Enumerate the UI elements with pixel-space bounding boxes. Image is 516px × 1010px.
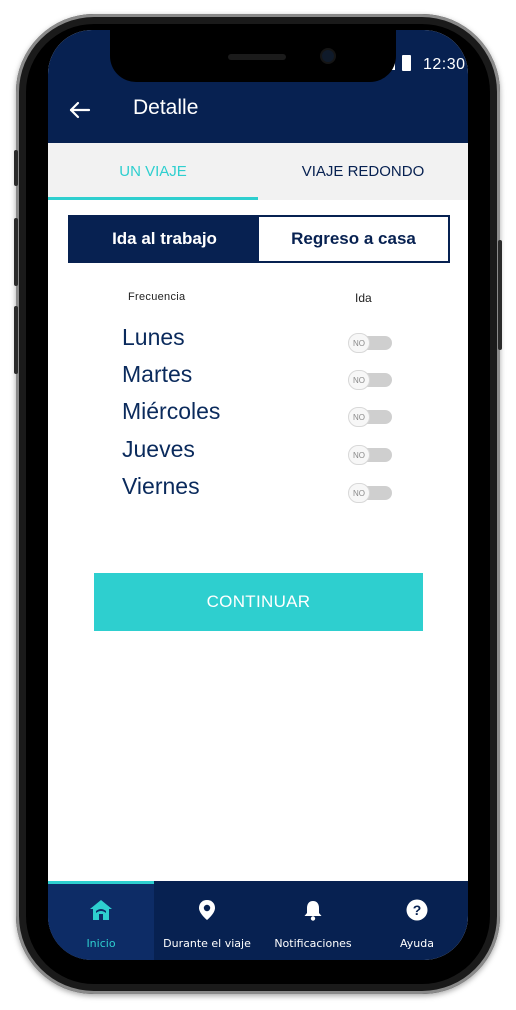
toggle-knob: NO: [348, 407, 370, 427]
volume-up-button: [14, 218, 18, 286]
nav-item-ayuda[interactable]: ? Ayuda: [366, 881, 468, 960]
segment-ida-al-trabajo[interactable]: Ida al trabajo: [70, 217, 259, 261]
toggle-jueves[interactable]: NO: [348, 445, 392, 465]
battery-icon: [402, 55, 411, 71]
active-tab-indicator: [48, 197, 258, 200]
tab-viaje-redondo[interactable]: VIAJE REDONDO: [258, 143, 468, 200]
status-time: 12:30: [423, 56, 466, 73]
home-icon: [89, 899, 113, 926]
nav-item-inicio[interactable]: Inicio: [48, 881, 154, 960]
volume-down-button: [14, 306, 18, 374]
day-label-viernes: Viernes: [122, 473, 200, 499]
day-label-martes: Martes: [122, 361, 193, 387]
back-arrow-icon[interactable]: [66, 96, 94, 124]
toggle-martes[interactable]: NO: [348, 370, 392, 390]
toggle-knob: NO: [348, 333, 370, 353]
segment-regreso-a-casa[interactable]: Regreso a casa: [259, 217, 448, 261]
silent-switch: [14, 150, 18, 186]
nav-label-ayuda: Ayuda: [400, 937, 434, 950]
day-label-jueves: Jueves: [122, 436, 195, 462]
page-title: Detalle: [133, 96, 199, 119]
power-button: [498, 240, 502, 350]
day-label-miercoles: Miércoles: [122, 398, 221, 424]
toggle-knob: NO: [348, 445, 370, 465]
nav-label-notificaciones: Notificaciones: [274, 937, 352, 950]
bottom-navigation: Inicio Durante el viaje Notificaciones ?…: [48, 881, 468, 960]
toggle-knob: NO: [348, 370, 370, 390]
app-bar: Detalle: [48, 82, 468, 143]
toggle-viernes[interactable]: NO: [348, 483, 392, 503]
nav-active-indicator: [48, 881, 154, 884]
ida-column-label: Ida: [355, 291, 372, 305]
notch: [110, 30, 396, 82]
svg-text:?: ?: [413, 902, 422, 918]
nav-label-durante-el-viaje: Durante el viaje: [163, 937, 251, 950]
trip-type-tabs: UN VIAJE VIAJE REDONDO: [48, 143, 468, 200]
toggle-miercoles[interactable]: NO: [348, 407, 392, 427]
tab-un-viaje[interactable]: UN VIAJE: [48, 143, 258, 200]
toggle-knob: NO: [348, 483, 370, 503]
day-label-lunes: Lunes: [122, 324, 185, 350]
location-pin-icon: [198, 899, 216, 926]
direction-segmented-control: Ida al trabajo Regreso a casa: [68, 215, 450, 263]
speaker-grille: [228, 54, 286, 60]
front-camera: [322, 50, 334, 62]
frequency-label: Frecuencia: [128, 291, 186, 303]
app-screen: 12:30 Detalle UN VIAJE VIAJE REDONDO Ida…: [48, 30, 468, 960]
nav-item-durante-el-viaje[interactable]: Durante el viaje: [154, 881, 260, 960]
toggle-lunes[interactable]: NO: [348, 333, 392, 353]
continue-button[interactable]: CONTINUAR: [94, 573, 423, 631]
nav-label-inicio: Inicio: [86, 937, 116, 950]
bell-icon: [303, 899, 323, 926]
help-icon: ?: [406, 899, 428, 926]
nav-item-notificaciones[interactable]: Notificaciones: [260, 881, 366, 960]
